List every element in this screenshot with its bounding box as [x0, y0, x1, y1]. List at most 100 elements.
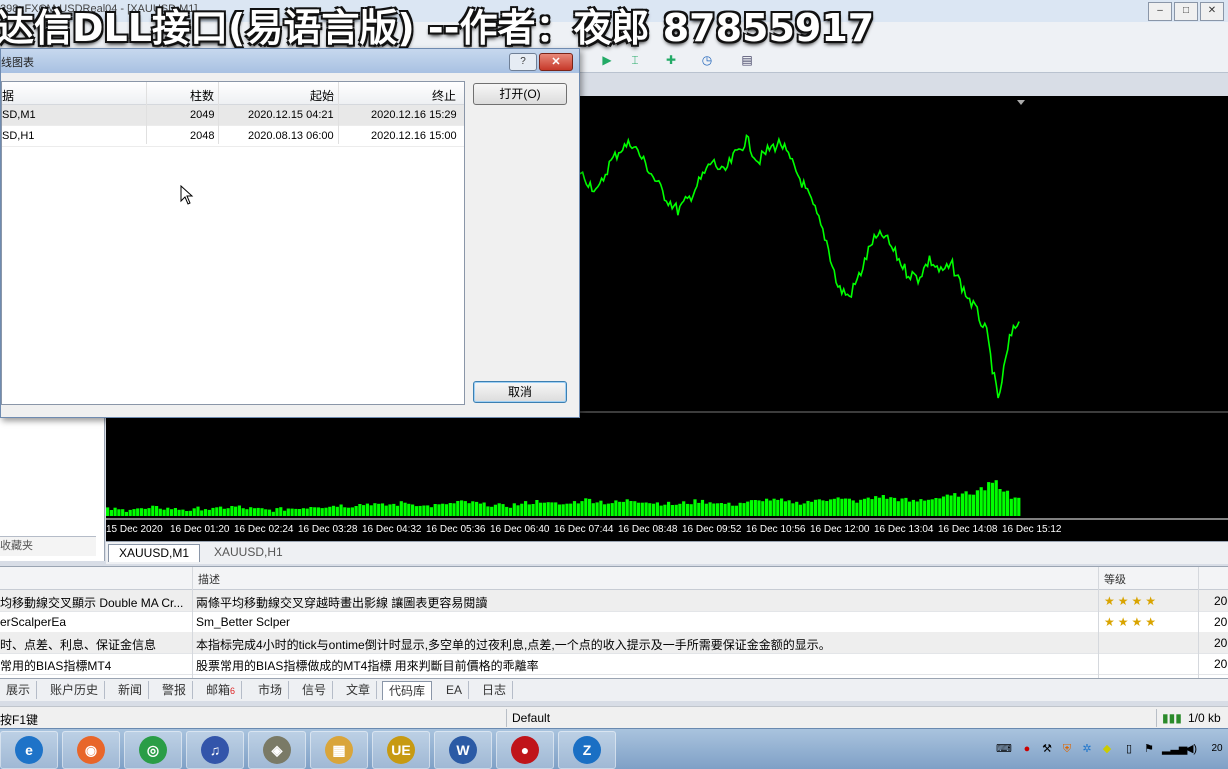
- cancel-button[interactable]: 取消: [473, 381, 567, 403]
- flag-tray-icon[interactable]: ⚑: [1142, 742, 1156, 756]
- volume-bar: [237, 505, 241, 516]
- volume-bar: [1013, 497, 1017, 516]
- volume-bar: [109, 510, 113, 516]
- close-icon[interactable]: ✕: [1200, 2, 1224, 21]
- volume-bar: [271, 511, 275, 516]
- taskbar-button[interactable]: ◉: [62, 731, 120, 769]
- volume-bar: [113, 507, 117, 516]
- tab-market[interactable]: 市场: [252, 681, 290, 699]
- history-file-list[interactable]: 据 柱数 起始 终止 SD,M1 2049 2020.12.15 04:21 2…: [1, 81, 465, 405]
- volume-bar: [908, 501, 912, 516]
- taskbar-button[interactable]: ◎: [124, 731, 182, 769]
- x-tick-label: 16 Dec 07:44: [554, 524, 614, 535]
- help-icon[interactable]: ?: [509, 53, 537, 71]
- shield-icon[interactable]: ⛨: [1060, 742, 1074, 756]
- volume-bar: [893, 497, 897, 516]
- tab-mailbox[interactable]: 邮箱6: [200, 681, 243, 699]
- volume-bar: [339, 504, 343, 516]
- item-symbol: SD,H1: [2, 130, 35, 142]
- volume-icon[interactable]: ◀): [1184, 742, 1198, 756]
- item-bars: 2049: [190, 109, 215, 121]
- volume-bar: [151, 505, 155, 516]
- record-tray-icon[interactable]: ●: [1020, 742, 1034, 756]
- device-icon[interactable]: ▯: [1122, 742, 1136, 756]
- taskbar-button[interactable]: Z: [558, 731, 616, 769]
- volume-bar: [426, 505, 430, 516]
- taskbar-button[interactable]: e: [0, 731, 58, 769]
- taskbar-button[interactable]: ◈: [248, 731, 306, 769]
- col-start[interactable]: 起始: [310, 87, 334, 104]
- taskbar-button[interactable]: ▦: [310, 731, 368, 769]
- volume-bar: [652, 503, 656, 516]
- dialog-title: 线图表: [1, 57, 34, 69]
- dialog-close-icon[interactable]: ✕: [539, 53, 573, 71]
- volume-bar: [452, 503, 456, 516]
- x-tick-label: 16 Dec 06:40: [490, 524, 550, 535]
- open-button[interactable]: 打开(O): [473, 83, 567, 105]
- x-tick-label: 16 Dec 08:48: [618, 524, 678, 535]
- table-row[interactable]: erScalperEa Sm_Better Sclper ★★★★☆ 20: [0, 611, 1228, 633]
- volume-bar: [222, 508, 226, 516]
- clock[interactable]: 20: [1208, 742, 1226, 756]
- volume-bar: [192, 508, 196, 516]
- taskbar-button[interactable]: W: [434, 731, 492, 769]
- keyboard-icon[interactable]: ⌨: [996, 742, 1012, 756]
- tab-articles[interactable]: 文章: [340, 681, 378, 699]
- volume-bar: [482, 502, 486, 516]
- tab-favorites[interactable]: 收藏夹: [0, 536, 96, 556]
- list-item[interactable]: SD,H1 2048 2020.08.13 06:00 2020.12.16 1…: [2, 126, 464, 147]
- table-row[interactable]: 常用的BIAS指標MT4 股票常用的BIAS指標做成的MT4指標 用來判斷目前價…: [0, 653, 1228, 675]
- volume-bar: [749, 500, 754, 516]
- volume-bar: [832, 498, 836, 516]
- volume-bar: [836, 497, 840, 516]
- volume-bar: [403, 502, 407, 516]
- item-end: 2020.12.16 15:29: [371, 109, 457, 121]
- volume-bar: [926, 499, 931, 516]
- col-bars[interactable]: 柱数: [190, 87, 214, 104]
- minimize-icon[interactable]: –: [1148, 2, 1172, 21]
- table-row[interactable]: 均移動線交叉顯示 Double MA Cr... 兩條平均移動線交叉穿越時畫出影…: [0, 590, 1228, 612]
- tab-signals[interactable]: 信号: [296, 681, 334, 699]
- maximize-icon[interactable]: □: [1174, 2, 1198, 21]
- tab-journal[interactable]: 日志: [476, 681, 514, 699]
- volume-bar: [990, 482, 995, 516]
- tab-news[interactable]: 新闻: [112, 681, 150, 699]
- volume-bar: [813, 499, 818, 516]
- volume-bar: [158, 508, 162, 516]
- x-tick-label: 16 Dec 14:08: [938, 524, 998, 535]
- tab-alerts[interactable]: 警报: [156, 681, 194, 699]
- tab-exhibit[interactable]: 展示: [0, 681, 38, 699]
- taskbar-button[interactable]: ♫: [186, 731, 244, 769]
- volume-bar: [245, 509, 249, 516]
- tab-chart-xauusd-h1[interactable]: XAUUSD,H1: [204, 544, 293, 561]
- volume-bar: [753, 500, 757, 516]
- volume-bar: [557, 504, 562, 516]
- flag-icon[interactable]: ◆: [1100, 742, 1114, 756]
- list-item[interactable]: SD,M1 2049 2020.12.15 04:21 2020.12.16 1…: [2, 105, 464, 126]
- volume-bar: [478, 503, 482, 516]
- volume-bar: [580, 501, 584, 516]
- connection-icon: ▮▮▮: [1162, 711, 1182, 725]
- table-row[interactable]: 时、点差、利息、保证金信息 本指标完成4小时的tick与ontime倒计时显示,…: [0, 632, 1228, 654]
- volume-bar: [719, 503, 723, 516]
- column-divider: [218, 82, 219, 144]
- col-end[interactable]: 终止: [432, 87, 456, 104]
- folder-icon: ▦: [325, 736, 353, 764]
- tab-chart-xauusd-m1[interactable]: XAUUSD,M1: [108, 544, 201, 562]
- volume-bar: [550, 502, 554, 516]
- col-symbol[interactable]: 据: [2, 87, 14, 104]
- volume-bar: [561, 504, 565, 516]
- tab-account-history[interactable]: 账户历史: [44, 681, 106, 699]
- gear-icon[interactable]: ✲: [1080, 742, 1094, 756]
- tab-experts[interactable]: EA: [440, 681, 470, 699]
- taskbar-button[interactable]: UE: [372, 731, 430, 769]
- terminal-panel: 描述 等级 均移動線交叉顯示 Double MA Cr... 兩條平均移動線交叉…: [0, 566, 1228, 679]
- volume-bar: [524, 501, 528, 516]
- chart-shift-icon[interactable]: [1017, 100, 1025, 105]
- tools-icon[interactable]: ⚒: [1040, 742, 1054, 756]
- tab-code-base[interactable]: 代码库: [382, 681, 433, 700]
- network-icon[interactable]: ▂▃▅: [1162, 742, 1187, 756]
- volume-bar: [938, 498, 942, 516]
- taskbar-button[interactable]: ●: [496, 731, 554, 769]
- volume-bar: [851, 500, 855, 516]
